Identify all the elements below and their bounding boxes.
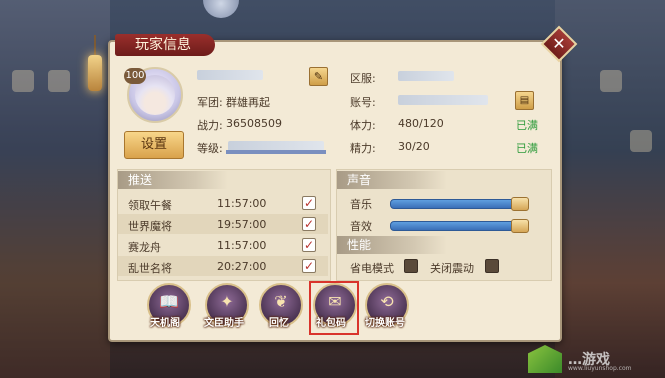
performance-header: 性能 (337, 236, 447, 254)
push-item-checkbox[interactable]: ✓ (302, 238, 316, 252)
vibration-checkbox[interactable] (485, 259, 499, 273)
energy-status: 已满 (516, 142, 538, 155)
legion-value: 群雄再起 (226, 96, 270, 109)
checkmark-icon: ✓ (303, 196, 315, 210)
power-value: 36508509 (226, 117, 282, 130)
checkmark-icon: ✓ (303, 259, 315, 273)
music-slider-handle[interactable] (511, 197, 530, 211)
player-name-redacted (197, 70, 263, 80)
account-label: 账号: (350, 96, 376, 109)
push-item-time: 11:57:00 (217, 197, 267, 210)
stamina-label: 体力: (350, 119, 376, 132)
minister-assistant-label: 文臣助手 (204, 318, 244, 329)
push-item-checkbox[interactable]: ✓ (302, 196, 316, 210)
power-save-label: 省电模式 (350, 262, 394, 275)
push-item-time: 11:57:00 (217, 239, 267, 252)
push-header: 推送 (118, 171, 228, 189)
side-menu-icon[interactable] (630, 130, 652, 152)
memories-label: 回忆 (269, 318, 289, 329)
switch-account-label: 切换账号 (365, 318, 405, 329)
sound-header: 声音 (337, 171, 447, 189)
push-item-time: 19:57:00 (217, 218, 267, 231)
energy-label: 精力: (350, 142, 376, 155)
watermark-logo-icon (528, 345, 562, 373)
music-slider[interactable] (390, 199, 528, 209)
experience-bar (226, 150, 326, 154)
power-label: 战力: (197, 119, 223, 132)
watermark: …游戏 www.liuyunshop.com (528, 345, 648, 373)
push-item-checkbox[interactable]: ✓ (302, 217, 316, 231)
zone-label: 区服: (350, 72, 376, 85)
side-menu-icon[interactable] (600, 70, 622, 92)
push-item-name: 领取午餐 (128, 199, 172, 212)
rank-label: 等级: (197, 142, 223, 155)
push-item-name: 世界魔将 (128, 220, 172, 233)
push-item-checkbox[interactable]: ✓ (302, 259, 316, 273)
checkmark-icon: ✓ (303, 238, 315, 252)
copy-icon: ▤ (519, 95, 530, 106)
lantern-icon (88, 55, 102, 91)
settings-button[interactable]: 设置 (124, 131, 184, 159)
push-item-name: 赛龙舟 (128, 241, 161, 254)
energy-value: 30/20 (398, 140, 430, 153)
music-label: 音乐 (350, 198, 372, 211)
panel-title: 玩家信息 (115, 34, 215, 56)
legion-label: 军团: (197, 96, 223, 109)
close-icon: ✕ (552, 34, 566, 53)
tianji-pavilion-label: 天机阁 (150, 318, 180, 329)
checkmark-icon: ✓ (303, 217, 315, 231)
vibration-label: 关闭震动 (430, 262, 474, 275)
gift-code-highlight (309, 281, 359, 335)
effect-label: 音效 (350, 220, 372, 233)
account-value-redacted (398, 95, 488, 105)
lantern-string (94, 35, 96, 55)
effect-slider[interactable] (390, 221, 528, 231)
push-item-time: 20:27:00 (217, 260, 267, 273)
effect-slider-handle[interactable] (511, 219, 530, 233)
stamina-value: 480/120 (398, 117, 444, 130)
push-item-name: 乱世名将 (128, 262, 172, 275)
edit-name-button[interactable]: ✎ (309, 67, 328, 86)
pencil-icon: ✎ (313, 70, 324, 83)
side-menu-icon[interactable] (48, 70, 70, 92)
watermark-url: www.liuyunshop.com (568, 365, 632, 372)
stamina-status: 已满 (516, 119, 538, 132)
copy-account-button[interactable]: ▤ (515, 91, 534, 110)
side-menu-icon[interactable] (12, 70, 34, 92)
zone-value-redacted (398, 71, 454, 81)
level-badge: 100 (124, 68, 146, 84)
power-save-checkbox[interactable] (404, 259, 418, 273)
